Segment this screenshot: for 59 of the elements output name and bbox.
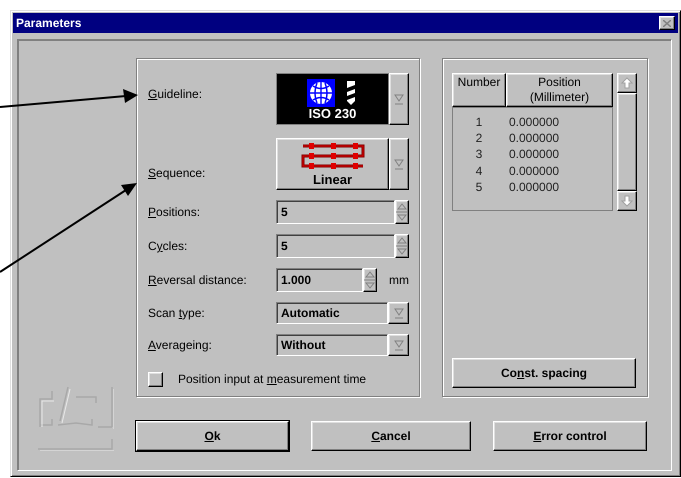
- column-header: Number: [452, 73, 506, 107]
- field-label: Positions:: [148, 204, 202, 221]
- dropdown-button[interactable]: [388, 302, 409, 324]
- unit-label: mm: [389, 272, 409, 289]
- close-icon: [663, 20, 671, 26]
- up-down-icon: [364, 269, 376, 291]
- spin-button[interactable]: [395, 200, 409, 224]
- up-down-icon: [396, 235, 408, 257]
- field-label: Sequence:: [148, 165, 206, 182]
- field-label: Cycles:: [148, 238, 188, 255]
- table-cell-text: 1: [474, 114, 484, 130]
- checkbox-label: Position input at measurement time: [178, 371, 366, 388]
- dropdown-button[interactable]: [389, 138, 409, 190]
- scroll-down-button[interactable]: [617, 191, 637, 211]
- dropdown-field[interactable]: Automatic: [276, 302, 388, 324]
- field-label: Averageing:: [148, 337, 213, 354]
- table-cell-text: 0.000000: [508, 178, 560, 195]
- dropdown-icon: [394, 339, 404, 351]
- down-arrow-icon: [621, 195, 633, 207]
- selector-value: Linear: [312, 173, 352, 186]
- dropdown-button[interactable]: [388, 334, 409, 356]
- spin-button[interactable]: [363, 268, 377, 292]
- number-field[interactable]: 5: [276, 234, 395, 258]
- error-control-button[interactable]: Error control: [493, 421, 647, 451]
- field-label: Reversal distance:: [148, 272, 248, 289]
- dropdown-icon: [394, 93, 404, 105]
- number-field[interactable]: 1.000: [276, 268, 363, 292]
- dropdown-icon: [394, 158, 404, 170]
- cancel-button[interactable]: Cancel: [311, 421, 471, 451]
- guideline-selector[interactable]: ISO 230: [276, 73, 389, 125]
- dropdown-button[interactable]: [389, 73, 409, 125]
- sequence-icon: [300, 142, 364, 170]
- column-header: Position (Millimeter): [506, 73, 613, 107]
- checkbox[interactable]: [148, 372, 163, 386]
- window-title: Parameters: [16, 15, 82, 32]
- selector-value: ISO 230: [308, 106, 356, 120]
- up-arrow-icon: [621, 77, 633, 89]
- table-cell-text: 0.000000: [508, 146, 560, 162]
- table-cell-text: 4: [474, 162, 484, 179]
- spin-button[interactable]: [395, 234, 409, 258]
- field-label: Scan type:: [148, 305, 206, 322]
- spacing-button[interactable]: Const. spacing: [452, 358, 636, 388]
- sequence-selector[interactable]: Linear: [276, 138, 389, 190]
- scrollbar-thumb[interactable]: [617, 93, 637, 191]
- number-field[interactable]: 5: [276, 200, 395, 224]
- dropdown-icon: [394, 307, 404, 319]
- table-cell-text: 3: [474, 146, 484, 162]
- close-button[interactable]: [659, 16, 675, 30]
- dropdown-field[interactable]: Without: [276, 334, 388, 356]
- scroll-up-button[interactable]: [617, 73, 637, 93]
- ok-button[interactable]: Ok: [136, 421, 289, 451]
- table-cell-text: 2: [474, 130, 484, 146]
- field-label: Guideline:: [148, 86, 204, 103]
- table-cell-text: 0.000000: [508, 130, 560, 146]
- table-cell-text: 5: [474, 178, 484, 195]
- table-cell-text: 0.000000: [508, 162, 560, 179]
- table-cell-text: 0.000000: [508, 114, 560, 130]
- logo-icon: [38, 385, 114, 451]
- up-down-icon: [396, 201, 408, 223]
